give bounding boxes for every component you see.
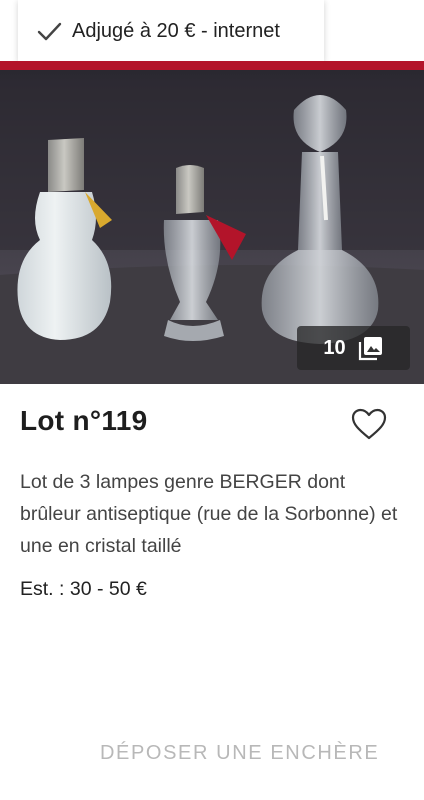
check-icon [37, 22, 62, 41]
lot-description: Lot de 3 lampes genre BERGER dont brûleu… [20, 471, 398, 557]
sale-status-badge: Adjugé à 20 € - internet [18, 0, 324, 62]
sale-status-label: Adjugé à 20 € - internet [72, 19, 280, 42]
lot-title: Lot n°119 [20, 405, 148, 436]
photo-count-button[interactable]: 10 [297, 326, 410, 370]
image-gallery-icon [358, 337, 382, 361]
accent-bar [0, 61, 424, 70]
place-bid-button[interactable]: DÉPOSER UNE ENCHÈRE [100, 742, 379, 765]
photo-count: 10 [323, 336, 346, 359]
lot-estimate: Est. : 30 - 50 € [20, 578, 147, 600]
heart-outline-icon[interactable] [350, 407, 388, 441]
lot-photo[interactable]: 10 [0, 70, 424, 384]
